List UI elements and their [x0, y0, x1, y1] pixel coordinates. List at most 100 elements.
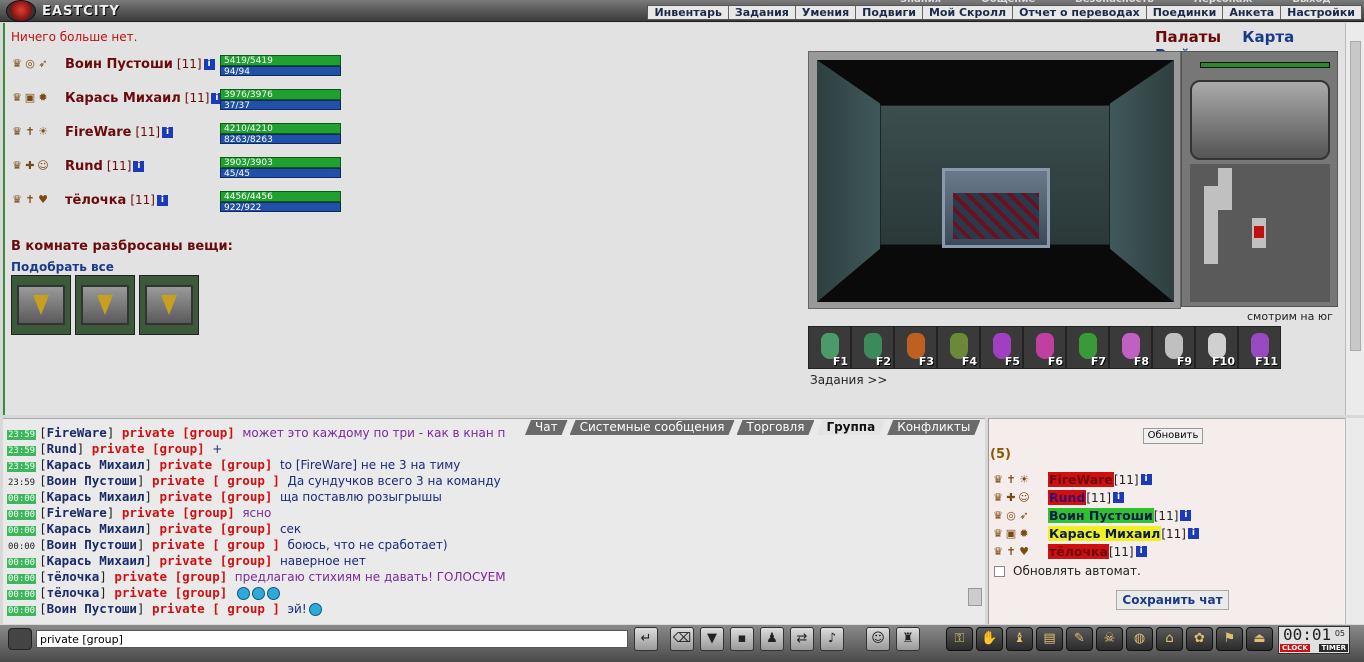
chambers-link[interactable]: Палаты [1155, 28, 1221, 46]
compass-icon[interactable] [1190, 80, 1330, 160]
top-menu-item[interactable]: Отчет о переводах [1012, 6, 1146, 19]
message-author[interactable]: Карась Михаил [47, 489, 145, 504]
top-menu-item[interactable]: Анкета [1222, 6, 1280, 19]
group-scrollbar[interactable] [1345, 418, 1364, 624]
message-private[interactable]: private [group] [160, 521, 273, 536]
message-private[interactable]: private [group] [114, 585, 227, 600]
info-icon[interactable]: i [1140, 474, 1152, 485]
message-private[interactable]: private [group] [160, 489, 273, 504]
top-menu-item[interactable]: Настройки [1280, 6, 1361, 19]
auto-update-checkbox[interactable] [994, 565, 1005, 577]
hotbar-slot[interactable]: F9 [1152, 326, 1195, 369]
player-name[interactable]: Rund [65, 159, 103, 174]
item-chest[interactable] [11, 275, 71, 335]
smile-icon[interactable]: ☺ [866, 627, 890, 651]
top-menu-item[interactable]: Умения [794, 6, 855, 19]
message-author[interactable]: Карась Михаил [47, 553, 145, 568]
message-private[interactable]: private [ group ] [152, 537, 280, 552]
message-author[interactable]: FireWare [47, 505, 107, 520]
member-name[interactable]: Карась Михаил [1048, 526, 1162, 541]
hotbar-slot[interactable]: F3 [894, 326, 937, 369]
message-private[interactable]: private [group] [92, 441, 205, 456]
player-name[interactable]: FireWare [65, 125, 131, 140]
item-chest[interactable] [139, 275, 199, 335]
message-private[interactable]: private [group] [122, 505, 235, 520]
top-menu-item[interactable]: Подвиги [855, 6, 922, 19]
chest-icon[interactable]: ▤ [1036, 627, 1063, 651]
hotbar-slot[interactable]: F10 [1195, 326, 1238, 369]
item-chest[interactable] [75, 275, 135, 335]
message-private[interactable]: private [group] [122, 425, 235, 440]
top-menu-item[interactable]: Задания [727, 6, 795, 19]
hotbar-slot[interactable]: F7 [1066, 326, 1109, 369]
message-private[interactable]: private [group] [160, 457, 273, 472]
info-icon[interactable]: i [1135, 546, 1147, 557]
lock-icon[interactable]: ⚿ [946, 627, 973, 651]
member-name[interactable]: Воин Пустоши [1048, 508, 1154, 523]
top-menu-item[interactable]: Мой Скролл [921, 6, 1012, 19]
chat-tab[interactable]: Системные сообщения [570, 420, 735, 435]
message-author[interactable]: Карась Михаил [47, 457, 145, 472]
sound-icon[interactable]: ♪ [820, 627, 844, 651]
message-author[interactable]: тёлочка [47, 569, 100, 584]
info-icon[interactable]: i [133, 160, 145, 172]
chat-tab[interactable]: Торговля [737, 420, 815, 435]
message-author[interactable]: Воин Пустоши [47, 601, 137, 616]
member-name[interactable]: Rund [1048, 490, 1087, 505]
hand-icon[interactable]: ✋ [976, 627, 1003, 651]
save-icon[interactable]: ▪ [730, 627, 754, 651]
auto-update-option[interactable]: Обновлять автомат. [994, 564, 1141, 578]
chat-input[interactable] [36, 630, 628, 648]
message-author[interactable]: FireWare [47, 425, 107, 440]
hotbar-slot[interactable]: F5 [980, 326, 1023, 369]
hotbar-slot[interactable]: F4 [937, 326, 980, 369]
info-icon[interactable]: i [156, 194, 168, 206]
chat-tab[interactable]: Конфликты [887, 420, 980, 435]
hotbar-slot[interactable]: F1 [808, 326, 851, 369]
scroll-icon[interactable]: ✎ [1066, 627, 1093, 651]
player-name[interactable]: тёлочка [65, 193, 126, 208]
person-icon[interactable]: ♟ [760, 627, 784, 651]
exit-icon[interactable]: ⏏ [1246, 627, 1273, 651]
message-private[interactable]: private [ group ] [152, 601, 280, 616]
flag-icon[interactable]: ⚑ [1216, 627, 1243, 651]
save-chat-button[interactable]: Сохранить чат [1116, 590, 1229, 610]
paw-icon[interactable]: ✿ [1186, 627, 1213, 651]
player-name[interactable]: Воин Пустоши [65, 57, 173, 72]
player-name[interactable]: Карась Михаил [65, 91, 181, 106]
hotbar-slot[interactable]: F2 [851, 326, 894, 369]
message-author[interactable]: Rund [47, 441, 77, 456]
globe-icon[interactable]: ◍ [1126, 627, 1153, 651]
helmet-icon[interactable]: ♜ [896, 627, 920, 651]
info-icon[interactable]: i [1180, 510, 1192, 521]
message-author[interactable]: Воин Пустоши [47, 537, 137, 552]
main-scrollbar[interactable] [1345, 23, 1364, 415]
skull-icon[interactable]: ☠ [1096, 627, 1123, 651]
filter-icon[interactable]: ▼ [700, 627, 724, 651]
translit-icon[interactable]: ⇄ [790, 627, 814, 651]
top-menu-item[interactable]: Поединки [1145, 6, 1223, 19]
top-menu-item[interactable]: Инвентарь [648, 6, 727, 19]
info-icon[interactable]: i [1113, 492, 1125, 503]
info-icon[interactable]: i [1187, 528, 1199, 539]
message-private[interactable]: private [ group ] [152, 473, 280, 488]
member-name[interactable]: FireWare [1048, 472, 1114, 487]
message-private[interactable]: private [group] [160, 553, 273, 568]
chat-tab[interactable]: Группа [816, 420, 885, 435]
house-icon[interactable]: ⌂ [1156, 627, 1183, 651]
avatar-icon[interactable] [8, 628, 32, 650]
hotbar-slot[interactable]: F8 [1109, 326, 1152, 369]
info-icon[interactable]: i [203, 58, 215, 70]
pick-all-link[interactable]: Подобрать все [11, 260, 114, 274]
eraser-icon[interactable]: ⌫ [670, 627, 694, 651]
bag-icon[interactable]: ♝ [1006, 627, 1033, 651]
message-private[interactable]: private [group] [114, 569, 227, 584]
chat-tab[interactable]: Чат [525, 420, 568, 435]
member-name[interactable]: тёлочка [1048, 544, 1109, 559]
clock-widget[interactable]: 00:01 05 CLOCK TIMER [1278, 626, 1350, 654]
dungeon-view[interactable] [808, 51, 1181, 309]
info-icon[interactable]: i [162, 126, 174, 138]
enter-icon[interactable]: ↵ [634, 627, 658, 651]
treasure-chest[interactable] [942, 168, 1050, 248]
chat-scrollbar[interactable] [968, 588, 982, 606]
